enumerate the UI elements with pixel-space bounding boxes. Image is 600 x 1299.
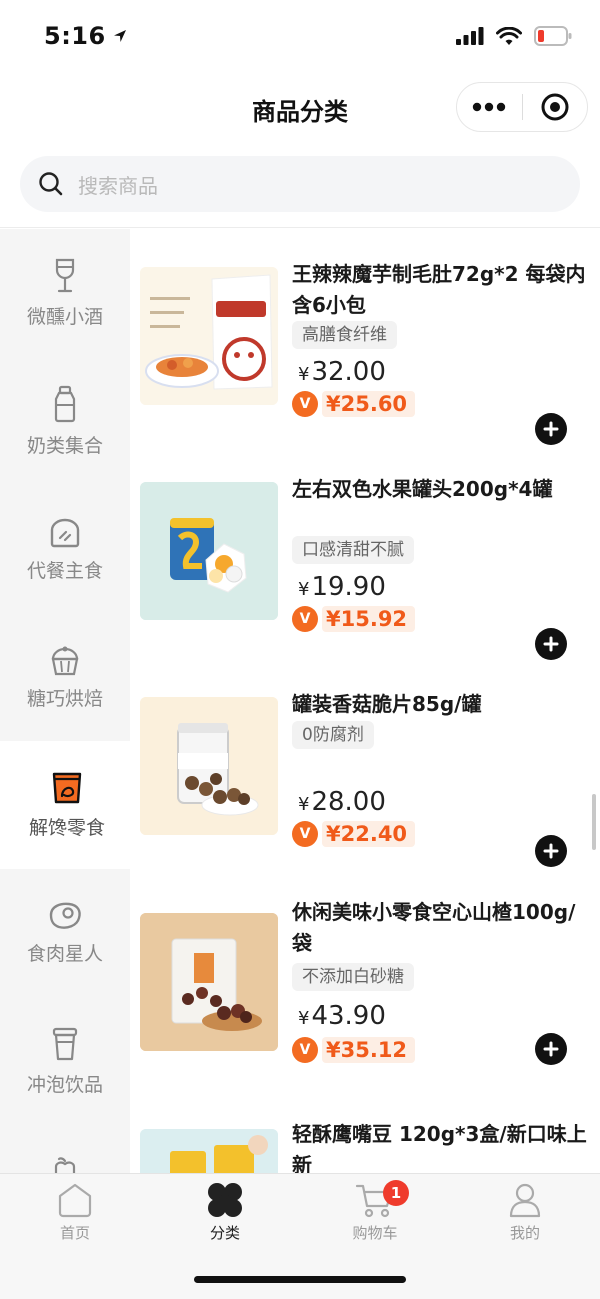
vip-price: V ¥15.92	[292, 604, 416, 634]
product-title: 王辣辣魔芋制毛肚72g*2 每袋内含6小包	[292, 262, 586, 317]
search-bar: 搜索商品	[0, 142, 600, 228]
tab-home[interactable]: 首页	[25, 1182, 125, 1252]
sidebar-item-milk[interactable]: 奶类集合	[0, 357, 130, 485]
search-input[interactable]: 搜索商品	[20, 156, 580, 212]
product-tag: 高膳食纤维	[292, 321, 397, 349]
tab-label: 分类	[209, 1224, 240, 1242]
sidebar-item-snacks[interactable]: 解馋零食	[0, 741, 130, 869]
product-price: ¥43.90	[298, 1001, 386, 1031]
sidebar-item-staple[interactable]: 代餐主食	[0, 485, 130, 613]
sidebar-item-fruit[interactable]	[0, 1125, 130, 1173]
product-image	[140, 267, 278, 405]
product-price: ¥32.00	[298, 357, 386, 387]
wifi-icon	[496, 26, 522, 45]
vip-price-value: ¥35.12	[322, 1037, 416, 1063]
add-to-cart-button[interactable]	[535, 835, 567, 867]
sidebar-item-meat[interactable]: 食肉星人	[0, 869, 130, 997]
steak-icon	[49, 902, 81, 929]
product-image	[140, 482, 278, 620]
status-bar: 5:16	[0, 0, 600, 78]
home-icon	[58, 1183, 92, 1218]
tab-label: 首页	[59, 1224, 90, 1242]
search-placeholder: 搜索商品	[78, 173, 158, 198]
mini-program-capsule	[456, 82, 588, 132]
product-card[interactable]: 左右双色水果罐头200g*4罐 口感清甜不腻 ¥19.90 V ¥15.92	[130, 468, 600, 683]
sidebar-item-label: 食肉星人	[26, 942, 103, 965]
tab-category[interactable]: 分类	[175, 1182, 275, 1252]
sidebar-item-label: 解馋零食	[28, 816, 105, 839]
close-mini-program-button[interactable]	[523, 82, 588, 132]
target-circle-icon	[541, 93, 569, 121]
cart-count-badge: 1	[383, 1180, 409, 1206]
vip-price-value: ¥15.92	[322, 606, 416, 632]
add-to-cart-button[interactable]	[535, 413, 567, 445]
product-title: 休闲美味小零食空心山楂100g/袋	[292, 900, 576, 955]
vip-badge-icon: V	[292, 1037, 318, 1063]
tab-label: 我的	[509, 1224, 540, 1242]
sidebar-item-bakery[interactable]: 糖巧烘焙	[0, 613, 130, 741]
product-title: 左右双色水果罐头200g*4罐	[292, 477, 553, 501]
product-price: ¥28.00	[298, 787, 386, 817]
bread-icon	[50, 518, 80, 547]
cupcake-icon	[51, 646, 79, 675]
product-price: ¥19.90	[298, 572, 386, 602]
sidebar-item-label: 冲泡饮品	[26, 1073, 103, 1096]
tab-label: 购物车	[352, 1224, 398, 1242]
product-tag: 0防腐剂	[292, 721, 374, 749]
sidebar-item-wine[interactable]: 微醺小酒	[0, 229, 130, 357]
vip-price-value: ¥25.60	[322, 391, 416, 417]
vip-price: V ¥22.40	[292, 819, 416, 849]
cup-icon	[52, 1027, 78, 1060]
tab-cart[interactable]: 1 购物车	[325, 1180, 425, 1252]
vip-badge-icon: V	[292, 391, 318, 417]
sidebar-item-drinks[interactable]: 冲泡饮品	[0, 997, 130, 1125]
vip-price: V ¥35.12	[292, 1035, 416, 1065]
sidebar-item-label: 糖巧烘焙	[26, 687, 103, 710]
vip-price: V ¥25.60	[292, 389, 416, 419]
plus-icon	[543, 1041, 559, 1057]
vip-price-value: ¥22.40	[322, 821, 416, 847]
status-time: 5:16	[44, 22, 106, 50]
add-to-cart-button[interactable]	[535, 1033, 567, 1065]
product-image	[140, 697, 278, 835]
cellular-signal-icon	[456, 27, 484, 45]
battery-low-icon	[534, 26, 572, 46]
plus-icon	[543, 636, 559, 652]
nav-bar: 商品分类	[0, 78, 600, 142]
product-title: 轻酥鹰嘴豆 120g*3盒/新口味上新	[292, 1122, 587, 1173]
product-image	[140, 913, 278, 1051]
vip-badge-icon: V	[292, 821, 318, 847]
sidebar-item-label: 代餐主食	[26, 559, 103, 582]
add-to-cart-button[interactable]	[535, 628, 567, 660]
plus-icon	[543, 421, 559, 437]
milk-bottle-icon	[54, 385, 76, 422]
location-arrow-icon	[113, 30, 126, 42]
tab-profile[interactable]: 我的	[475, 1182, 575, 1252]
product-card[interactable]: 休闲美味小零食空心山楂100g/袋 不添加白砂糖 ¥43.90 V ¥35.12	[130, 899, 600, 1114]
snack-bag-icon	[52, 772, 82, 803]
search-icon	[39, 172, 63, 196]
more-dots-icon	[473, 102, 506, 112]
home-indicator	[194, 1276, 406, 1283]
plus-icon	[543, 843, 559, 859]
category-clover-icon	[208, 1183, 242, 1217]
product-list: 王辣辣魔芋制毛肚72g*2 每袋内含6小包 高膳食纤维 ¥32.00 V ¥25…	[130, 229, 600, 1173]
more-menu-button[interactable]	[457, 82, 522, 132]
scrollbar[interactable]	[592, 794, 596, 850]
product-card[interactable]: 罐装香菇脆片85g/罐 0防腐剂 ¥28.00 V ¥22.40	[130, 683, 600, 898]
product-card[interactable]: 轻酥鹰嘴豆 120g*3盒/新口味上新	[130, 1113, 600, 1173]
product-image	[140, 1129, 278, 1173]
user-icon	[509, 1183, 541, 1218]
sidebar-item-label: 奶类集合	[26, 434, 103, 457]
wine-glass-icon	[55, 258, 75, 292]
fruit-icon	[54, 1157, 76, 1173]
product-title: 罐装香菇脆片85g/罐	[292, 692, 482, 716]
product-tag: 口感清甜不腻	[292, 536, 414, 564]
product-card[interactable]: 王辣辣魔芋制毛肚72g*2 每袋内含6小包 高膳食纤维 ¥32.00 V ¥25…	[130, 253, 600, 468]
vip-badge-icon: V	[292, 606, 318, 632]
category-sidebar: 微醺小酒 奶类集合 代餐主食 糖巧烘焙 解馋零食 食肉星人 冲泡饮品	[0, 229, 130, 1173]
product-tag: 不添加白砂糖	[292, 963, 414, 991]
sidebar-item-label: 微醺小酒	[26, 305, 103, 328]
